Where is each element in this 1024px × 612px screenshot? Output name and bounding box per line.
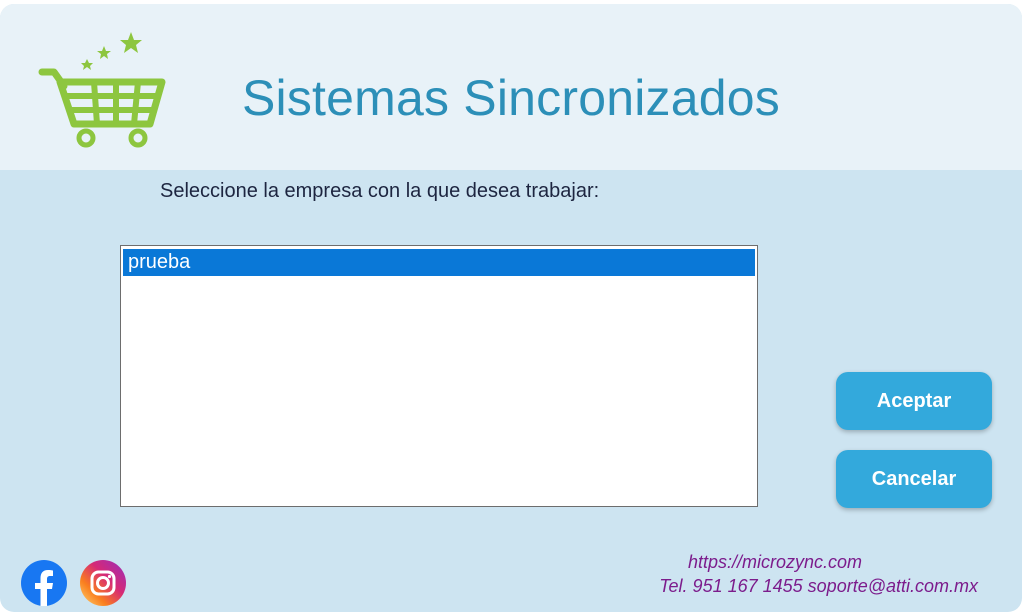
cancel-button[interactable]: Cancelar [836,450,992,508]
app-title: Sistemas Sincronizados [242,70,780,126]
list-item[interactable]: prueba [123,249,755,276]
instagram-icon[interactable] [80,560,126,606]
shopping-cart-icon [38,32,166,148]
company-prompt-label: Seleccione la empresa con la que desea t… [160,180,600,202]
contact-info: Tel. 951 167 1455 soporte@atti.com.mx [659,576,978,596]
accept-button[interactable]: Aceptar [836,372,992,430]
footer-contact: https://microzync.com Tel. 951 167 1455 … [560,550,980,598]
company-listbox[interactable]: prueba [120,245,758,507]
facebook-icon[interactable] [21,560,67,606]
company-selection-window: Sistemas Sincronizados Seleccione la emp… [0,4,1022,612]
website-link[interactable]: https://microzync.com [560,550,980,574]
header: Sistemas Sincronizados [0,4,1022,170]
